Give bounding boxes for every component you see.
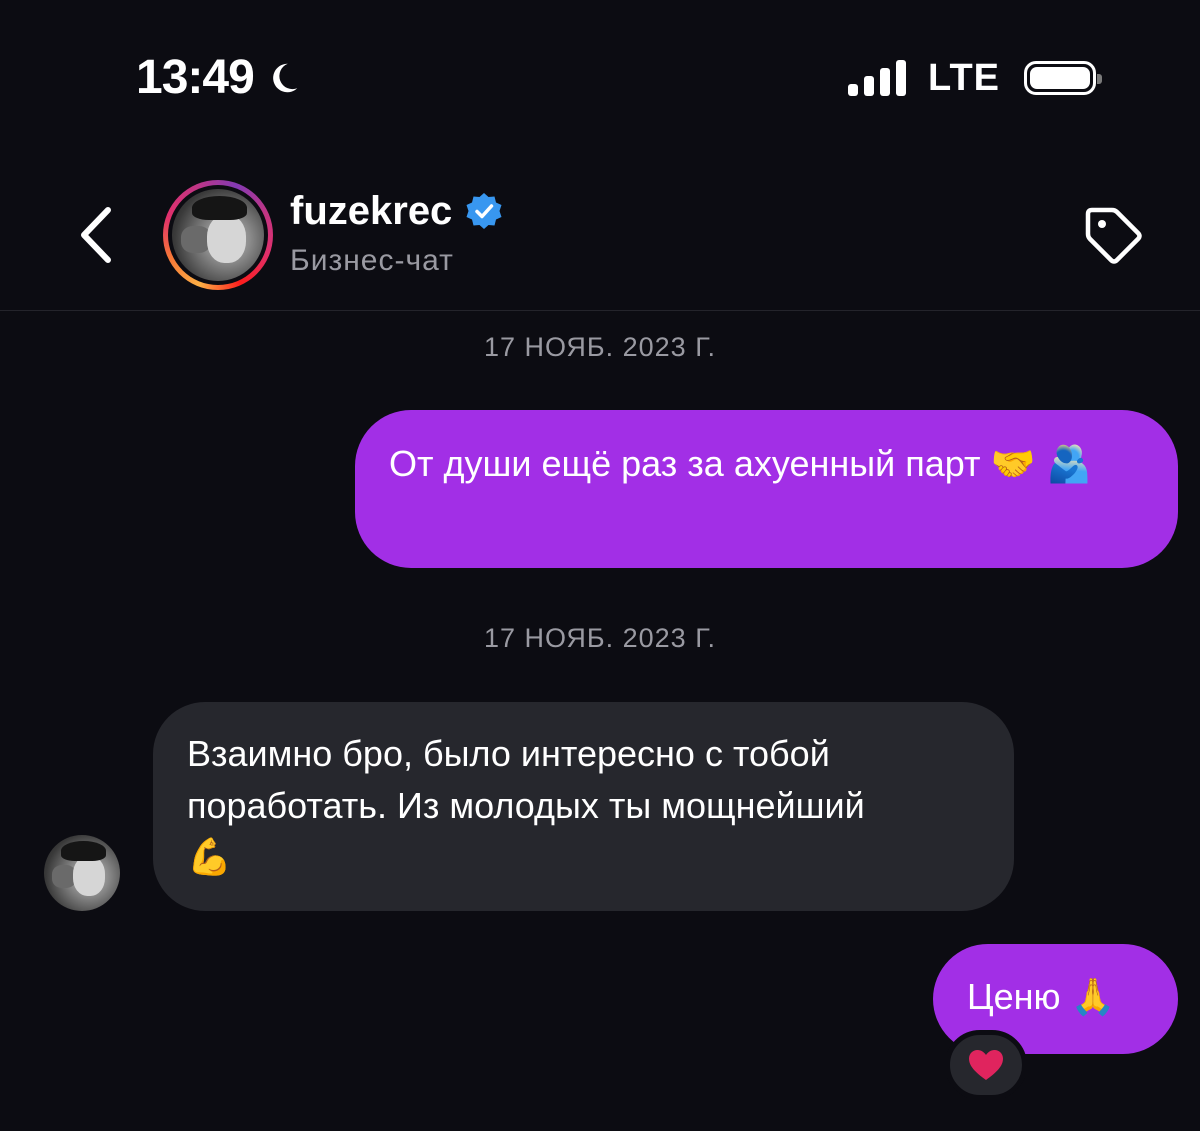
moon-icon bbox=[272, 63, 298, 93]
message-line: поработать. Из молодых ты мощнейший bbox=[187, 785, 865, 826]
incoming-message[interactable]: Взаимно бро, было интересно с тобой пора… bbox=[153, 702, 1014, 911]
chat-type-label: Бизнес-чат bbox=[290, 244, 454, 277]
contact-name[interactable]: fuzekrec bbox=[290, 186, 504, 236]
status-time: 13:49 bbox=[136, 50, 302, 106]
clock: 13:49 bbox=[136, 51, 255, 104]
chevron-left-icon[interactable] bbox=[70, 200, 122, 270]
date-separator: 17 НОЯБ. 2023 Г. bbox=[483, 332, 717, 362]
avatar-image bbox=[172, 189, 264, 281]
message-emoji: 🙏 bbox=[1070, 977, 1116, 1018]
message-text: От души ещё раз за ахуенный парт bbox=[389, 443, 981, 484]
date-separator: 17 НОЯБ. 2023 Г. bbox=[483, 623, 717, 653]
heart-icon bbox=[969, 1050, 1003, 1080]
message-text: Ценю bbox=[967, 976, 1061, 1017]
message-line: Взаимно бро, было интересно с тобой bbox=[187, 733, 830, 774]
signal-icon bbox=[848, 60, 907, 96]
sender-avatar[interactable] bbox=[44, 835, 120, 911]
status-indicators: LTE bbox=[848, 56, 1102, 100]
verified-badge-icon bbox=[466, 193, 502, 229]
reaction-badge[interactable] bbox=[945, 1030, 1027, 1100]
battery-icon bbox=[1024, 61, 1102, 95]
message-emoji: 💪 bbox=[187, 837, 232, 878]
network-type: LTE bbox=[928, 56, 1000, 99]
outgoing-message[interactable]: От души ещё раз за ахуенный парт 🤝 🫂 bbox=[355, 410, 1178, 568]
username-label: fuzekrec bbox=[290, 189, 453, 233]
header-divider bbox=[0, 310, 1200, 311]
avatar[interactable] bbox=[163, 180, 273, 290]
message-emoji: 🤝 🫂 bbox=[990, 444, 1092, 485]
tag-icon[interactable] bbox=[1080, 202, 1146, 268]
